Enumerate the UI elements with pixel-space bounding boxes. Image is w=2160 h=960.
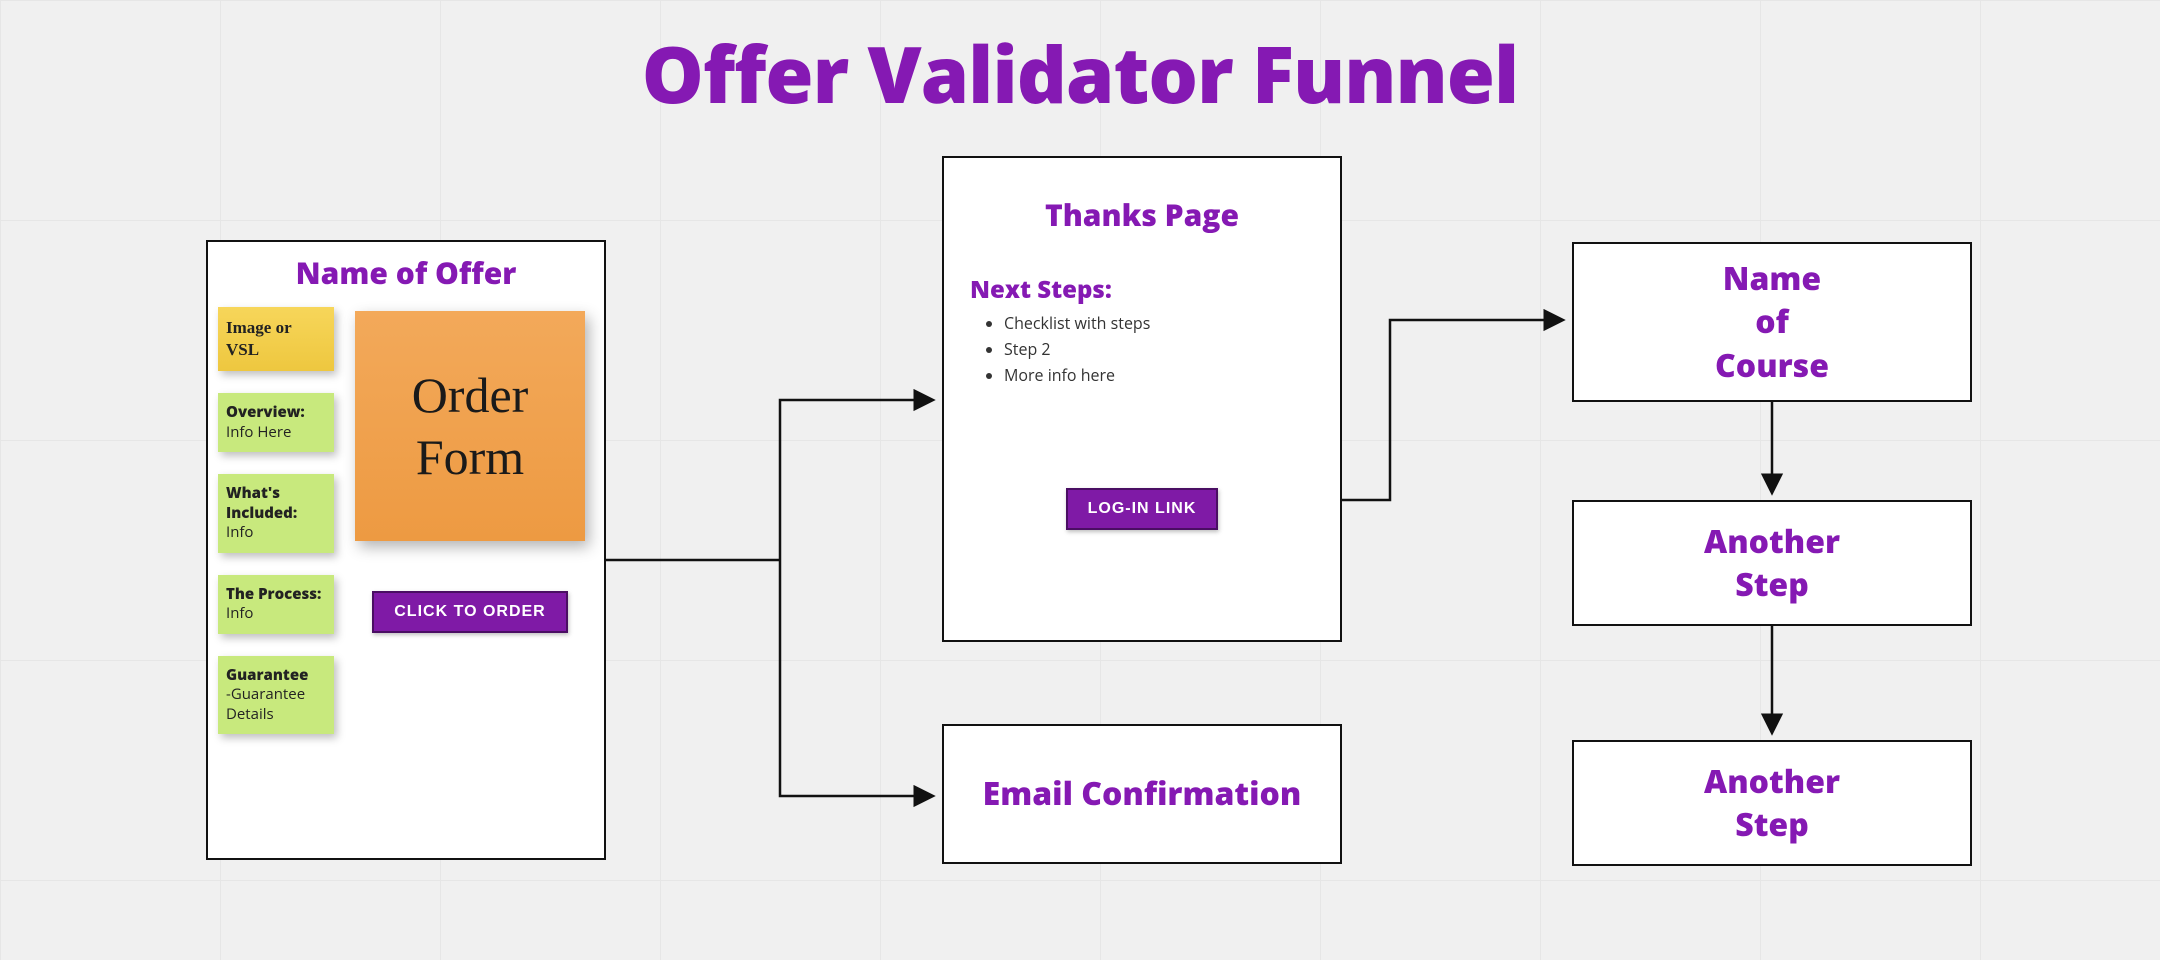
overview-sticky: Overview: Info Here (218, 393, 334, 452)
email-confirmation-box: Email Confirmation (942, 724, 1342, 864)
guarantee-text: -Guarantee Details (226, 684, 305, 724)
step-label-lines: Another Step (1704, 520, 1840, 606)
course-line: Course (1715, 344, 1829, 387)
process-text: Info (226, 603, 253, 623)
order-form-sticky: Order Form (355, 311, 585, 541)
click-to-order-button[interactable]: CLICK TO ORDER (372, 591, 567, 633)
included-text: Info (226, 522, 253, 542)
step-label-lines: Another Step (1704, 760, 1840, 846)
guarantee-sticky: Guarantee -Guarantee Details (218, 656, 334, 735)
another-step-box-1: Another Step (1572, 500, 1972, 626)
diagram-title: Offer Validator Funnel (0, 20, 2160, 126)
step-line: Step (1735, 803, 1809, 846)
next-steps-list: Checklist with steps Step 2 More info he… (970, 312, 1314, 386)
offer-columns: Image or VSL Overview: Info Here What's … (218, 307, 594, 734)
email-confirmation-label: Email Confirmation (983, 772, 1302, 815)
login-button-wrap: LOG-IN LINK (944, 488, 1340, 530)
next-step-item: More info here (1004, 364, 1314, 386)
included-label: What's Included: (226, 483, 297, 523)
offer-left-column: Image or VSL Overview: Info Here What's … (218, 307, 328, 734)
step-line: Another (1704, 520, 1840, 563)
login-link-button[interactable]: LOG-IN LINK (1066, 488, 1219, 530)
offer-right-column: Order Form CLICK TO ORDER (346, 307, 594, 633)
included-sticky: What's Included: Info (218, 474, 334, 553)
step-line: Step (1735, 563, 1809, 606)
image-or-vsl-sticky: Image or VSL (218, 307, 334, 371)
next-step-item: Checklist with steps (1004, 312, 1314, 334)
next-step-item: Step 2 (1004, 338, 1314, 360)
guarantee-label: Guarantee (226, 665, 308, 685)
course-label-lines: Name of Course (1715, 257, 1829, 387)
offer-box: Name of Offer Image or VSL Overview: Inf… (206, 240, 606, 860)
overview-text: Info Here (226, 422, 291, 442)
thanks-heading: Thanks Page (970, 194, 1314, 235)
process-sticky: The Process: Info (218, 575, 334, 634)
course-box: Name of Course (1572, 242, 1972, 402)
diagram-canvas: Offer Validator Funnel Name of Offer Ima… (0, 0, 2160, 960)
offer-heading: Name of Offer (218, 252, 594, 293)
overview-label: Overview: (226, 402, 305, 422)
next-steps-label: Next Steps: (970, 273, 1314, 306)
thanks-box: Thanks Page Next Steps: Checklist with s… (942, 156, 1342, 642)
course-line: of (1755, 300, 1789, 343)
process-label: The Process: (226, 584, 321, 604)
course-line: Name (1723, 257, 1821, 300)
another-step-box-2: Another Step (1572, 740, 1972, 866)
step-line: Another (1704, 760, 1840, 803)
